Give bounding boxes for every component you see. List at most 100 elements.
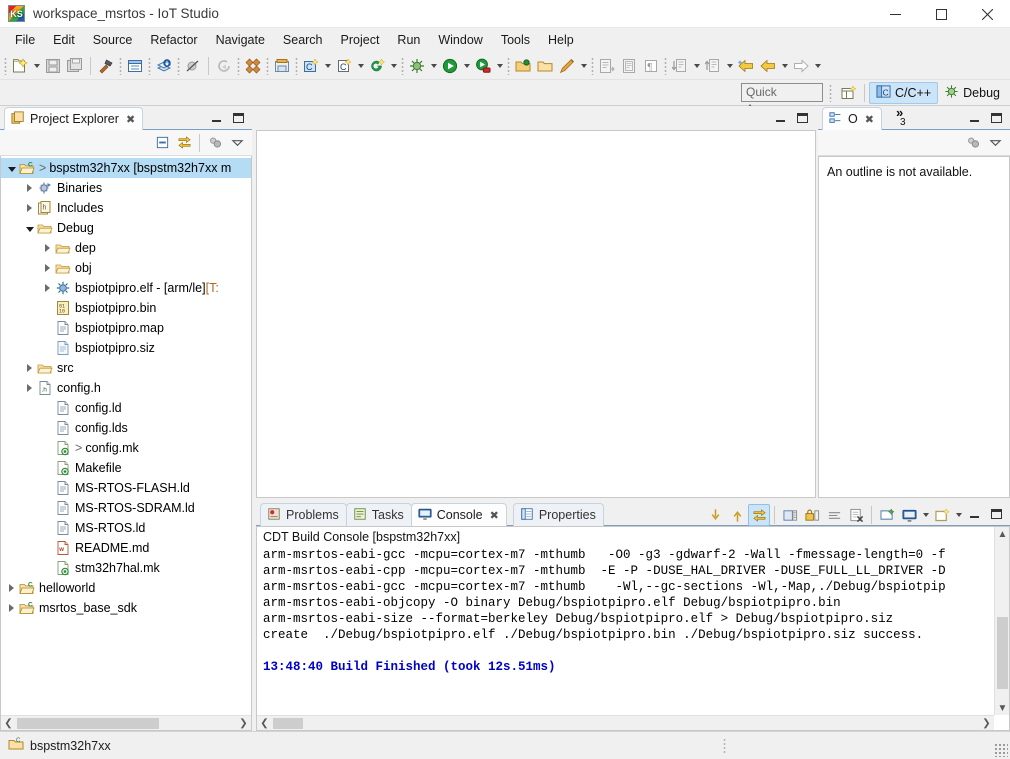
tab-problems[interactable]: Problems — [260, 503, 347, 526]
vscroll-thumb[interactable] — [997, 617, 1008, 689]
perspective-debug[interactable]: Debug — [938, 82, 1006, 104]
menu-file[interactable]: File — [6, 30, 44, 50]
debug-bug-icon[interactable] — [406, 55, 428, 77]
tree-item[interactable]: MS-RTOS.ld — [1, 518, 251, 538]
tree-item[interactable]: hIncludes — [1, 198, 251, 218]
view-menu-icon[interactable] — [984, 132, 1006, 154]
tree-item[interactable]: >config.mk — [1, 438, 251, 458]
view-menu-icon[interactable] — [226, 132, 248, 154]
tab-console[interactable]: Console ✖ — [411, 503, 507, 526]
pencil-icon[interactable] — [556, 55, 578, 77]
chevron-right-icon[interactable] — [23, 378, 36, 398]
next-edit-dropdown[interactable] — [691, 55, 702, 77]
tree-item[interactable]: 0110bspiotpipro.bin — [1, 298, 251, 318]
new-c-file-icon[interactable] — [366, 55, 388, 77]
tree-item[interactable]: Chelloworld — [1, 578, 251, 598]
chevron-right-icon[interactable] — [23, 178, 36, 198]
maximize-view-button[interactable] — [988, 110, 1004, 126]
menu-run[interactable]: Run — [388, 30, 429, 50]
menu-project[interactable]: Project — [332, 30, 389, 50]
new-wizard-dropdown[interactable] — [31, 55, 42, 77]
tree-item[interactable]: Makefile — [1, 458, 251, 478]
tree-item[interactable]: obj — [1, 258, 251, 278]
forward-dropdown[interactable] — [779, 55, 790, 77]
perspective-cpp[interactable]: C C/C++ — [869, 82, 938, 104]
maximize-editor-button[interactable] — [794, 110, 810, 126]
tree-item[interactable]: bspiotpipro.elf - [arm/le] [T: — [1, 278, 251, 298]
new-console-dropdown[interactable] — [953, 504, 964, 526]
publish-icon[interactable] — [153, 55, 175, 77]
focus-active-task-icon[interactable] — [204, 132, 226, 154]
maximize-button[interactable] — [918, 0, 964, 28]
close-icon[interactable]: ✖ — [126, 113, 135, 126]
resize-grip[interactable] — [994, 743, 1008, 757]
focus-active-task-icon[interactable] — [962, 132, 984, 154]
tree-item[interactable]: dep — [1, 238, 251, 258]
skip-breakpoints-icon[interactable] — [182, 55, 204, 77]
debug-dropdown[interactable] — [428, 55, 439, 77]
menu-source[interactable]: Source — [84, 30, 142, 50]
tree-item[interactable]: config.ld — [1, 398, 251, 418]
scroll-lock-icon[interactable] — [748, 504, 770, 526]
back-icon[interactable] — [735, 55, 757, 77]
tree-item[interactable]: .hconfig.h — [1, 378, 251, 398]
run-dropdown[interactable] — [461, 55, 472, 77]
new-console-icon[interactable] — [931, 504, 953, 526]
forward-icon[interactable] — [757, 55, 779, 77]
minimize-view-button[interactable] — [966, 110, 982, 126]
chevron-down-icon[interactable] — [5, 158, 18, 178]
new-c-project-dropdown[interactable] — [322, 55, 333, 77]
chevron-right-icon[interactable] — [23, 198, 36, 218]
new-c-file-dropdown[interactable] — [388, 55, 399, 77]
menu-refactor[interactable]: Refactor — [141, 30, 206, 50]
project-explorer-hscrollbar[interactable]: ❮ ❯ — [1, 715, 251, 730]
editor-empty-body[interactable] — [256, 130, 816, 498]
tree-item[interactable]: src — [1, 358, 251, 378]
menu-help[interactable]: Help — [539, 30, 583, 50]
menu-search[interactable]: Search — [274, 30, 332, 50]
chevron-right-icon[interactable] — [23, 358, 36, 378]
tree-item[interactable]: C>bspstm32h7xx [bspstm32h7xx m — [1, 158, 251, 178]
chevron-right-icon[interactable] — [41, 278, 54, 298]
minimize-button[interactable] — [872, 0, 918, 28]
menu-navigate[interactable]: Navigate — [207, 30, 274, 50]
tab-outline[interactable]: O ✖ — [822, 107, 882, 130]
menu-edit[interactable]: Edit — [44, 30, 84, 50]
menu-window[interactable]: Window — [429, 30, 491, 50]
new-wizard-icon[interactable] — [9, 55, 31, 77]
console-vscrollbar[interactable]: ▲ ▼ — [994, 527, 1009, 715]
hscroll-thumb[interactable] — [273, 718, 303, 729]
prev-edit-dropdown[interactable] — [724, 55, 735, 77]
open-declaration-icon[interactable] — [124, 55, 146, 77]
pencil-dropdown[interactable] — [578, 55, 589, 77]
scroll-down-icon[interactable] — [704, 504, 726, 526]
scroll-down-arrow[interactable]: ▼ — [995, 701, 1010, 715]
scroll-left-arrow[interactable]: ❮ — [257, 716, 272, 731]
tab-tasks[interactable]: Tasks — [346, 503, 412, 526]
tree-item[interactable]: Debug — [1, 218, 251, 238]
chevron-down-icon[interactable] — [23, 218, 36, 238]
maximize-view-button[interactable] — [230, 110, 246, 126]
scroll-up-arrow[interactable]: ▲ — [995, 527, 1010, 541]
tab-project-explorer[interactable]: Project Explorer ✖ — [4, 107, 143, 130]
collapse-all-icon[interactable] — [151, 132, 173, 154]
display-console-dropdown[interactable] — [920, 504, 931, 526]
tree-item[interactable]: stm32h7hal.mk — [1, 558, 251, 578]
close-button[interactable] — [964, 0, 1010, 28]
new-c-project-icon[interactable]: C — [300, 55, 322, 77]
tree-item[interactable]: MS-RTOS-FLASH.ld — [1, 478, 251, 498]
tree-item[interactable]: bspiotpipro.map — [1, 318, 251, 338]
minimize-editor-button[interactable] — [772, 110, 788, 126]
menu-tools[interactable]: Tools — [492, 30, 539, 50]
lock-console-icon[interactable] — [801, 504, 823, 526]
console-body[interactable]: CDT Build Console [bspstm32h7xx] arm-msr… — [256, 526, 1010, 731]
scroll-left-arrow[interactable]: ❮ — [1, 716, 16, 731]
wrap-text-icon[interactable] — [823, 504, 845, 526]
new-cpp-class-dropdown[interactable] — [355, 55, 366, 77]
scroll-right-arrow[interactable]: ❯ — [979, 716, 994, 731]
hscroll-thumb[interactable] — [17, 718, 159, 729]
tab-overflow-indicator[interactable]: » 3 — [896, 108, 906, 127]
minimize-view-button[interactable] — [208, 110, 224, 126]
tree-item[interactable]: wREADME.md — [1, 538, 251, 558]
scroll-right-arrow[interactable]: ❯ — [236, 716, 251, 731]
